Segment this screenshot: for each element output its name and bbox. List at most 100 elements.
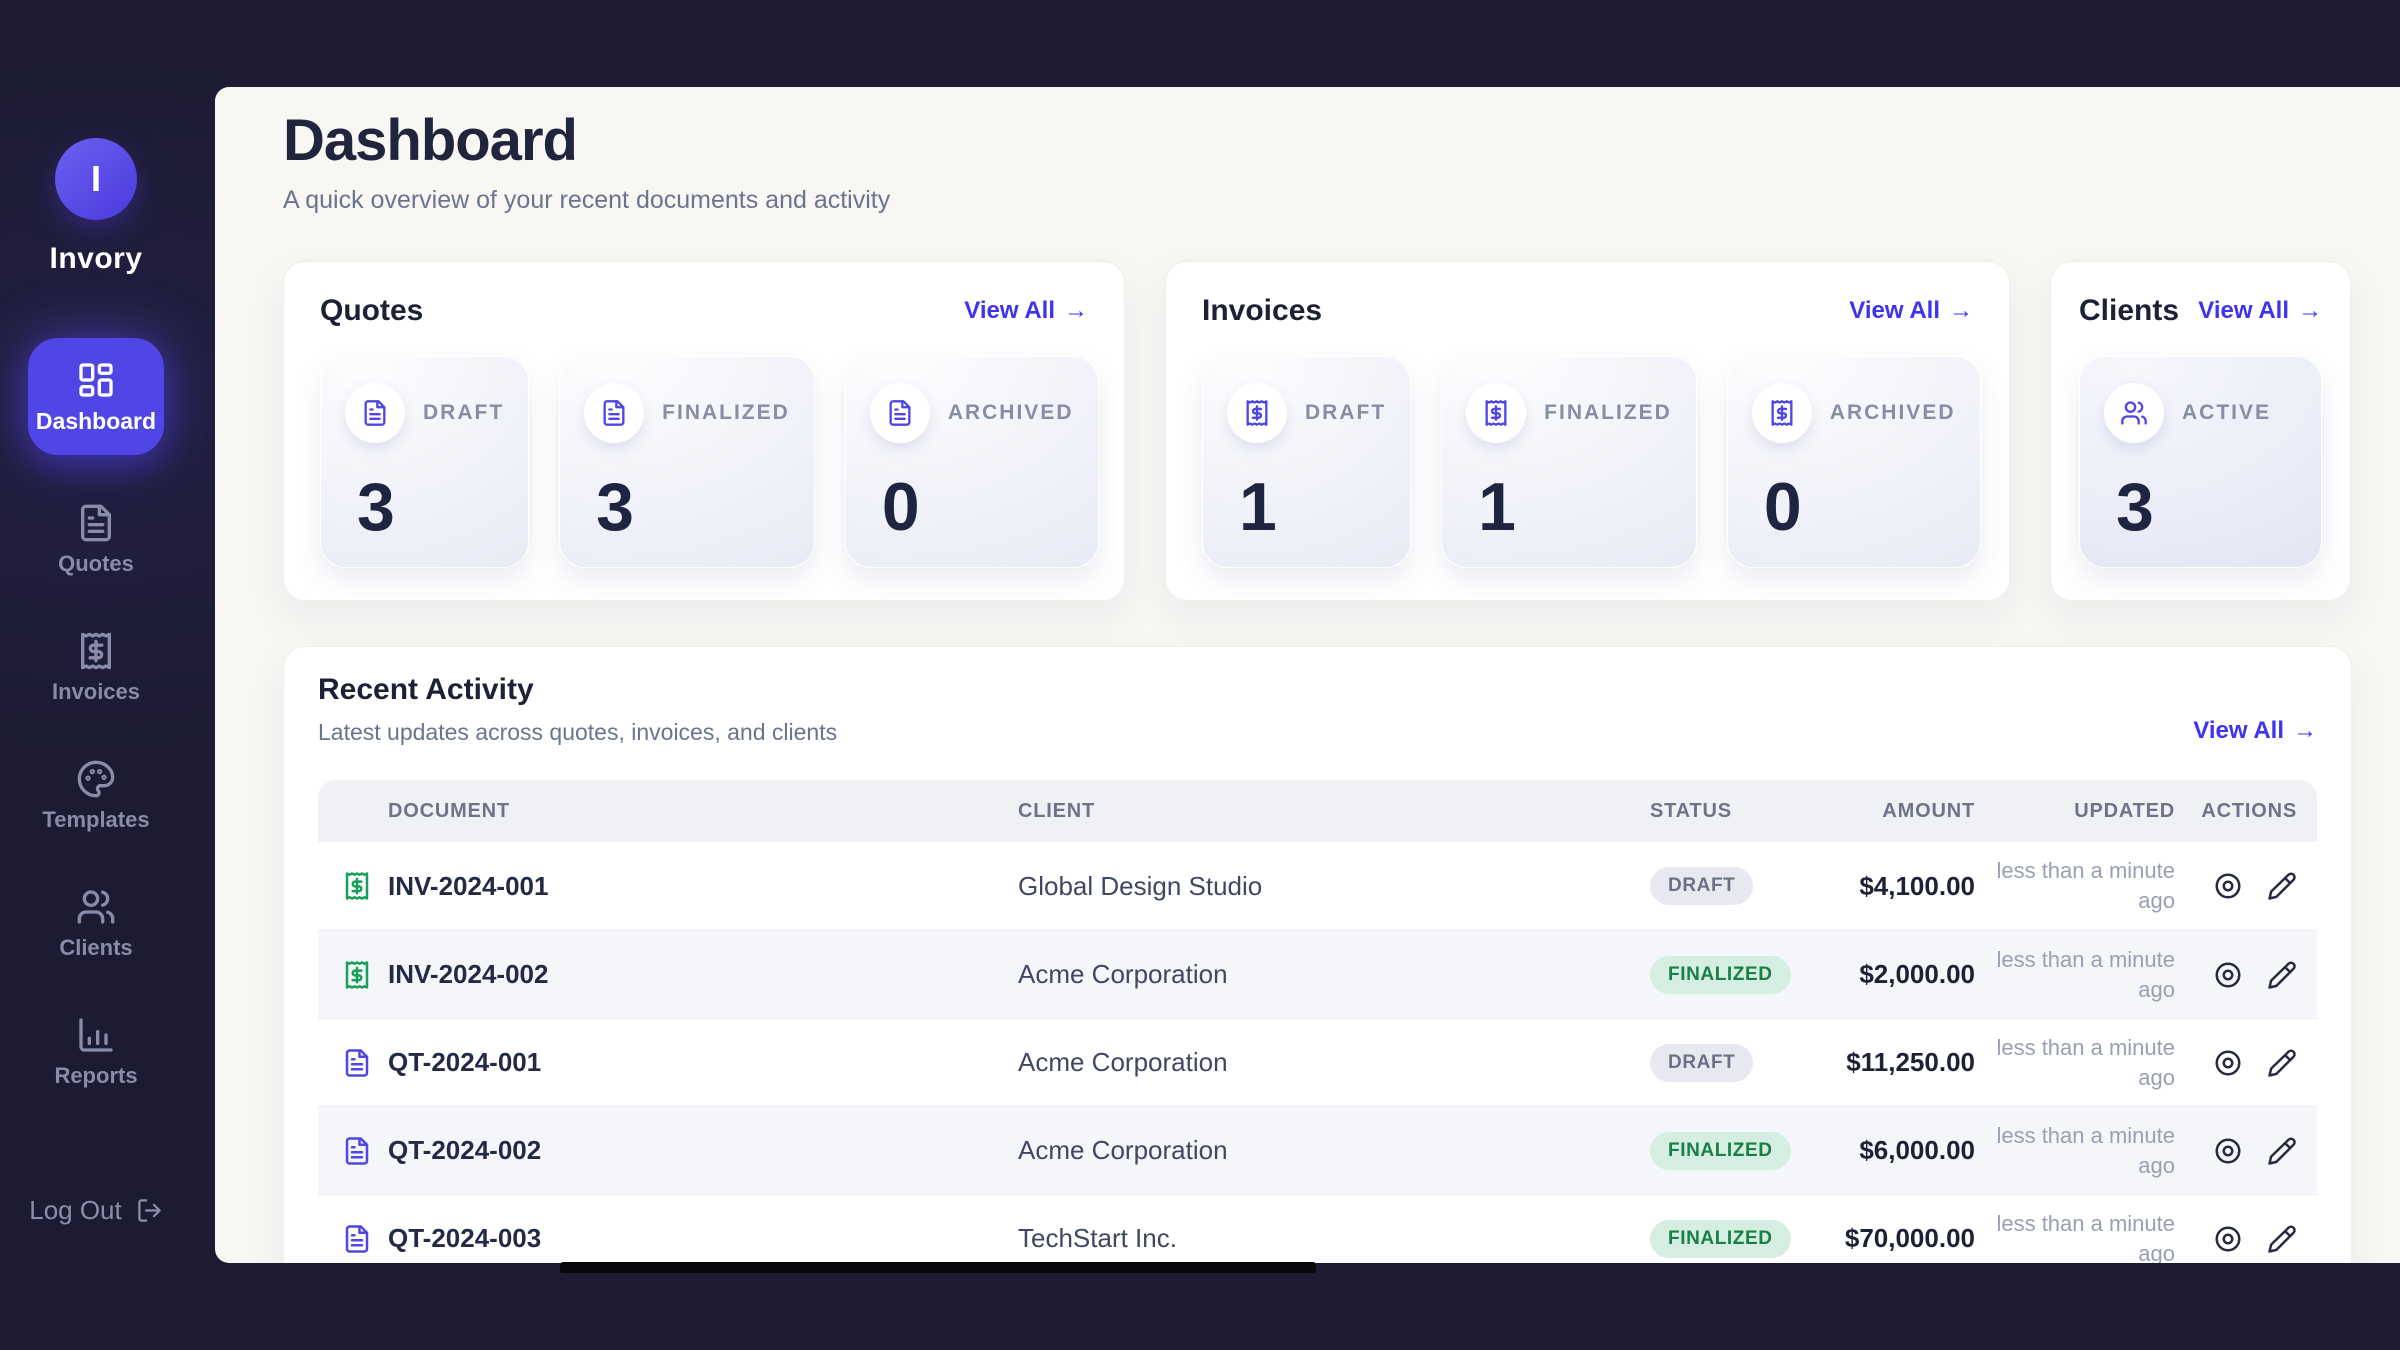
- edit-pencil-icon[interactable]: [2267, 1136, 2297, 1166]
- sidebar-item-invoices[interactable]: Invoices: [28, 621, 164, 715]
- logout-label: Log Out: [29, 1195, 122, 1226]
- clients-card: Clients View All → ACTIVE 3: [2050, 261, 2351, 601]
- receipt-icon: [1768, 399, 1796, 427]
- status-badge: FINALIZED: [1650, 1220, 1791, 1258]
- activity-table: DOCUMENT CLIENT STATUS AMOUNT UPDATED AC…: [318, 780, 2317, 1263]
- sidebar-item-dashboard[interactable]: Dashboard: [28, 338, 164, 455]
- main-content: Dashboard A quick overview of your recen…: [215, 87, 2400, 1263]
- bar-chart-icon: [76, 1015, 116, 1055]
- horizontal-scrollbar-thumb[interactable]: [560, 1262, 1316, 1273]
- stat-value: 1: [1478, 473, 1672, 541]
- stat-tile-invoices-archived: ARCHIVED 0: [1727, 356, 1981, 568]
- quotes-view-all-link[interactable]: View All →: [964, 297, 1088, 325]
- stat-value: 3: [596, 473, 790, 541]
- receipt-icon: [342, 960, 372, 990]
- edit-pencil-icon[interactable]: [2267, 1048, 2297, 1078]
- column-header-document: DOCUMENT: [318, 800, 1018, 823]
- updated-time: less than a minute ago: [1975, 1033, 2175, 1092]
- table-row: INV-2024-001 Global Design Studio DRAFT …: [318, 842, 2317, 930]
- stat-label: DRAFT: [1305, 401, 1386, 425]
- brand-name: Invory: [49, 242, 142, 276]
- column-header-amount: AMOUNT: [1810, 800, 1975, 823]
- stat-tile-quotes-archived: ARCHIVED 0: [845, 356, 1099, 568]
- view-eye-icon[interactable]: [2213, 1224, 2243, 1254]
- sidebar-item-label: Templates: [42, 807, 149, 833]
- summary-cards-row: Quotes View All → DRAFT 3: [283, 261, 2352, 601]
- client-name: TechStart Inc.: [1018, 1223, 1590, 1254]
- icon-bubble: [1227, 383, 1287, 443]
- icon-bubble: [1466, 383, 1526, 443]
- receipt-icon: [76, 631, 116, 671]
- card-title: Quotes: [320, 294, 423, 328]
- card-title: Invoices: [1202, 294, 1322, 328]
- recent-activity-title: Recent Activity: [318, 673, 837, 707]
- receipt-icon: [1243, 399, 1271, 427]
- stat-value: 0: [882, 473, 1074, 541]
- sidebar-item-clients[interactable]: Clients: [28, 877, 164, 971]
- amount: $70,000.00: [1810, 1223, 1975, 1254]
- sidebar-item-label: Invoices: [52, 679, 140, 705]
- table-row: QT-2024-002 Acme Corporation FINALIZED $…: [318, 1106, 2317, 1194]
- updated-time: less than a minute ago: [1975, 1209, 2175, 1263]
- view-eye-icon[interactable]: [2213, 1136, 2243, 1166]
- clients-view-all-link[interactable]: View All →: [2198, 297, 2322, 325]
- arrow-right-icon: →: [1949, 297, 1973, 325]
- sidebar-item-templates[interactable]: Templates: [28, 749, 164, 843]
- status-badge: FINALIZED: [1650, 1132, 1791, 1170]
- column-header-updated: UPDATED: [1975, 800, 2175, 823]
- sidebar-item-label: Reports: [54, 1063, 137, 1089]
- file-text-icon: [361, 399, 389, 427]
- updated-time: less than a minute ago: [1975, 1121, 2175, 1180]
- sidebar-item-label: Quotes: [58, 551, 134, 577]
- app-root: { "colors": { "accent_link": "#3d33f0", …: [0, 0, 2400, 1350]
- brand-initial: I: [91, 158, 101, 200]
- page-title: Dashboard: [283, 107, 2352, 174]
- stat-tile-clients-active: ACTIVE 3: [2079, 356, 2322, 568]
- stat-tile-quotes-finalized: FINALIZED 3: [559, 356, 815, 568]
- arrow-right-icon: →: [2298, 297, 2322, 325]
- sidebar-item-label: Clients: [59, 935, 132, 961]
- brand-logo: I: [55, 138, 137, 220]
- sidebar-item-reports[interactable]: Reports: [28, 1005, 164, 1099]
- icon-bubble: [2104, 383, 2164, 443]
- document-id: INV-2024-002: [388, 959, 548, 990]
- edit-pencil-icon[interactable]: [2267, 871, 2297, 901]
- document-id: INV-2024-001: [388, 871, 548, 902]
- table-row: QT-2024-001 Acme Corporation DRAFT $11,2…: [318, 1018, 2317, 1106]
- view-all-label: View All: [1849, 297, 1940, 325]
- arrow-right-icon: →: [2293, 717, 2317, 745]
- invoices-card: Invoices View All → DRAFT 1: [1165, 261, 2010, 601]
- card-title: Clients: [2079, 294, 2179, 328]
- amount: $11,250.00: [1810, 1047, 1975, 1078]
- view-eye-icon[interactable]: [2213, 871, 2243, 901]
- activity-view-all-link[interactable]: View All →: [2193, 717, 2317, 745]
- client-name: Acme Corporation: [1018, 1135, 1590, 1166]
- icon-bubble: [345, 383, 405, 443]
- file-text-icon: [342, 1224, 372, 1254]
- sidebar-nav: Dashboard Quotes Invoices Templates Clie…: [0, 342, 192, 1133]
- stat-label: ACTIVE: [2182, 401, 2271, 425]
- updated-time: less than a minute ago: [1975, 856, 2175, 915]
- sidebar: I Invory Dashboard Quotes Invoices Templ…: [0, 0, 215, 1350]
- edit-pencil-icon[interactable]: [2267, 1224, 2297, 1254]
- amount: $6,000.00: [1810, 1135, 1975, 1166]
- sidebar-item-quotes[interactable]: Quotes: [28, 493, 164, 587]
- stat-value: 3: [357, 473, 504, 541]
- edit-pencil-icon[interactable]: [2267, 960, 2297, 990]
- document-id: QT-2024-001: [388, 1047, 541, 1078]
- invoices-view-all-link[interactable]: View All →: [1849, 297, 1973, 325]
- view-eye-icon[interactable]: [2213, 1048, 2243, 1078]
- recent-activity-subtitle: Latest updates across quotes, invoices, …: [318, 719, 837, 746]
- view-all-label: View All: [964, 297, 1055, 325]
- stat-tile-invoices-draft: DRAFT 1: [1202, 356, 1411, 568]
- view-eye-icon[interactable]: [2213, 960, 2243, 990]
- file-text-icon: [342, 1048, 372, 1078]
- file-text-icon: [886, 399, 914, 427]
- stat-label: ARCHIVED: [948, 401, 1074, 425]
- column-header-actions: ACTIONS: [2175, 800, 2317, 823]
- document-id: QT-2024-002: [388, 1135, 541, 1166]
- stat-value: 1: [1239, 473, 1386, 541]
- palette-icon: [76, 759, 116, 799]
- logout-button[interactable]: Log Out: [29, 1195, 163, 1226]
- stat-label: FINALIZED: [1544, 401, 1672, 425]
